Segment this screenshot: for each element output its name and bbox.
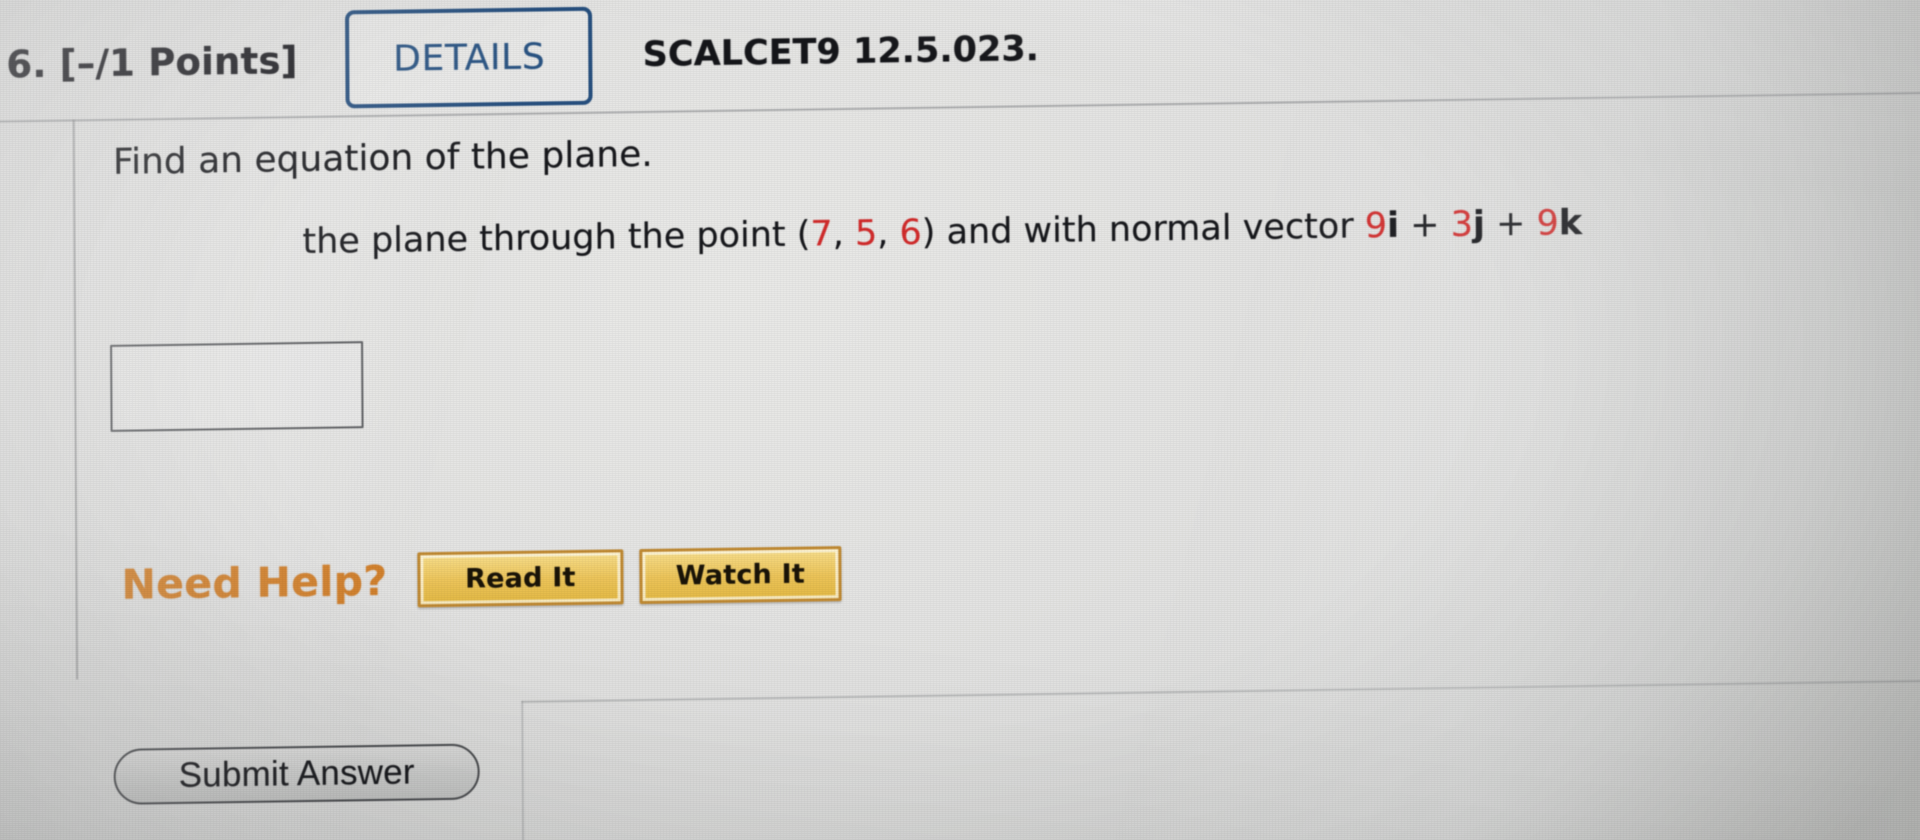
answer-input[interactable]: [110, 341, 364, 432]
normal-j-coefficient: 3: [1450, 204, 1474, 246]
footer-divider: [521, 679, 1920, 703]
statement-middle: ) and with normal vector: [921, 206, 1365, 253]
normal-i-unit: i: [1386, 205, 1400, 246]
watch-it-button[interactable]: Watch It: [639, 546, 842, 605]
points-label: 6. [–/1 Points]: [6, 38, 298, 86]
point-x: 7: [810, 214, 833, 255]
details-button[interactable]: DETAILS: [345, 6, 594, 109]
question-prompt: Find an equation of the plane.: [112, 133, 653, 183]
normal-k-unit: k: [1558, 203, 1583, 244]
normal-k-coefficient: 9: [1536, 203, 1559, 244]
details-button-label: DETAILS: [393, 35, 546, 80]
need-help-row: Need Help? Read It Watch It: [121, 546, 842, 612]
point-z: 6: [899, 212, 922, 254]
problem-header: 6. [–/1 Points] DETAILS SCALCET9 12.5.02…: [6, 0, 1406, 112]
submit-answer-button[interactable]: Submit Answer: [113, 743, 480, 805]
normal-plus-1: +: [1398, 205, 1451, 246]
webassign-problem-page: 6. [–/1 Points] DETAILS SCALCET9 12.5.02…: [0, 0, 1920, 840]
point-y: 5: [854, 213, 878, 254]
statement-prefix: the plane through the point (: [302, 214, 811, 263]
screen-photo: 6. [–/1 Points] DETAILS SCALCET9 12.5.02…: [0, 0, 1920, 840]
problem-reference: SCALCET9 12.5.023.: [642, 29, 1040, 75]
need-help-label: Need Help?: [121, 556, 388, 609]
footer-left-rule: [521, 700, 525, 840]
point-separator-1: ,: [832, 213, 856, 255]
read-it-button[interactable]: Read It: [417, 549, 624, 608]
question-card-left-rule: [72, 119, 79, 680]
watch-it-button-label: Watch It: [675, 558, 805, 592]
normal-plus-2: +: [1484, 203, 1537, 245]
normal-i-coefficient: 9: [1364, 205, 1388, 247]
read-it-button-label: Read It: [465, 562, 576, 595]
question-statement: the plane through the point (7, 5, 6) an…: [302, 203, 1582, 262]
point-separator-2: ,: [877, 213, 900, 254]
submit-answer-label: Submit Answer: [178, 752, 415, 795]
normal-j-unit: j: [1472, 204, 1486, 245]
